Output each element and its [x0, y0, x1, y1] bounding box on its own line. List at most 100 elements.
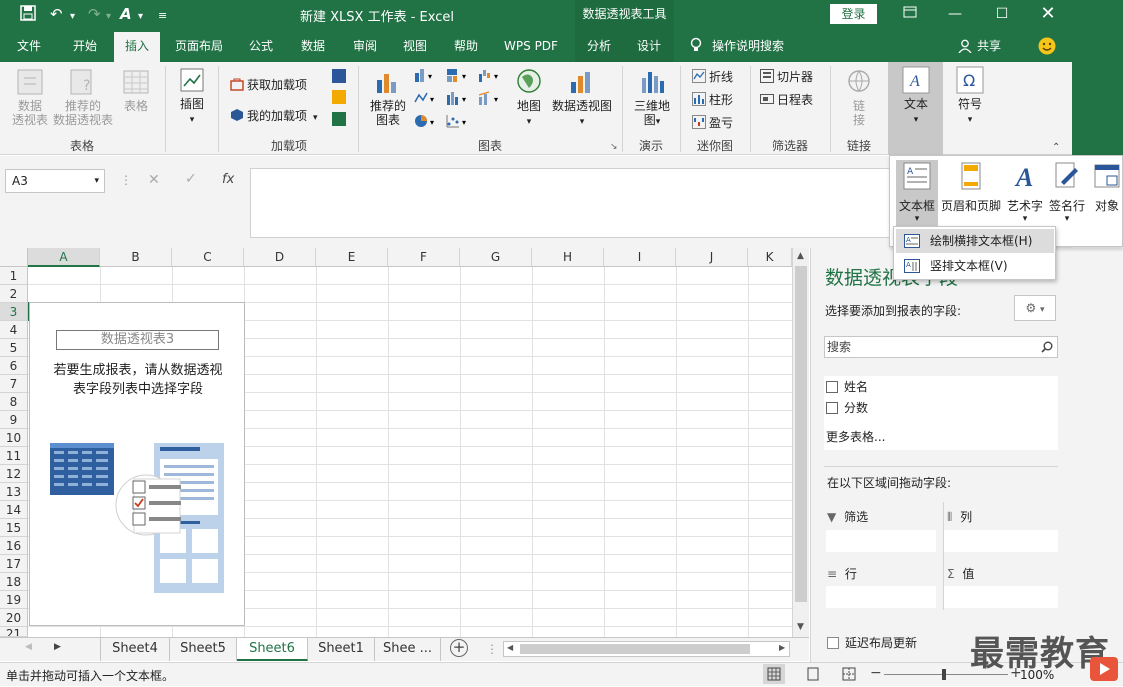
- illustrations-button[interactable]: 插图 ▾: [172, 66, 212, 127]
- tell-me-search[interactable]: 操作说明搜索: [712, 30, 794, 62]
- login-button[interactable]: 登录: [830, 4, 877, 24]
- sheet-tab[interactable]: Shee ...: [375, 638, 441, 661]
- field-item[interactable]: 姓名: [826, 378, 868, 396]
- slicer-button[interactable]: 切片器: [760, 68, 813, 86]
- scroll-right-icon[interactable]: ▶: [779, 643, 785, 652]
- 3d-map-button[interactable]: 三维地 图▾: [630, 68, 674, 129]
- insert-function-icon[interactable]: fx: [222, 172, 234, 187]
- name-box[interactable]: A3 ▾: [5, 169, 105, 193]
- checkbox-icon[interactable]: [826, 381, 838, 393]
- tab-formulas[interactable]: 公式: [238, 30, 284, 62]
- row-header[interactable]: 4: [0, 321, 28, 339]
- header-footer-menu-item[interactable]: 页眉和页脚: [940, 162, 1002, 214]
- ribbon-display-icon[interactable]: [900, 4, 920, 24]
- sheet-tab[interactable]: Sheet4: [100, 638, 170, 661]
- share-button[interactable]: 共享: [974, 30, 1004, 62]
- pie-chart-icon[interactable]: ▾: [414, 114, 440, 128]
- normal-view-button[interactable]: [763, 664, 785, 684]
- my-addins-button[interactable]: 我的加载项 ▾: [230, 107, 318, 125]
- row-header[interactable]: 20: [0, 609, 28, 627]
- font-color-dropdown-icon[interactable]: ▾: [138, 8, 143, 26]
- undo-dropdown-icon[interactable]: ▾: [70, 8, 75, 26]
- combo-chart-icon[interactable]: ▾: [478, 91, 506, 105]
- column-header[interactable]: C: [172, 248, 244, 267]
- sparkline-winloss-button[interactable]: 盈亏: [692, 114, 733, 132]
- office-addin-icon[interactable]: [332, 69, 346, 83]
- horizontal-scrollbar[interactable]: ◀ ▶: [503, 641, 790, 657]
- row-header[interactable]: 15: [0, 519, 28, 537]
- row-header[interactable]: 14: [0, 501, 28, 519]
- column-header[interactable]: E: [316, 248, 388, 267]
- row-header[interactable]: 17: [0, 555, 28, 573]
- smiley-icon[interactable]: [1038, 37, 1056, 58]
- statistic-chart-icon[interactable]: ▾: [446, 91, 474, 105]
- font-color-icon[interactable]: A: [120, 5, 132, 23]
- checkbox-icon[interactable]: [826, 402, 838, 414]
- maximize-icon[interactable]: ☐: [992, 4, 1012, 24]
- vertical-scrollbar[interactable]: ▲ ▼: [792, 248, 809, 637]
- scroll-left-icon[interactable]: ◀: [507, 643, 513, 652]
- tab-data[interactable]: 数据: [290, 30, 336, 62]
- row-header[interactable]: 21: [0, 627, 28, 637]
- waterfall-chart-icon[interactable]: ▾: [478, 68, 506, 82]
- draw-horizontal-textbox-item[interactable]: A 绘制横排文本框(H): [896, 229, 1054, 253]
- column-header[interactable]: A: [28, 248, 100, 267]
- column-header[interactable]: G: [460, 248, 532, 267]
- column-header[interactable]: B: [100, 248, 172, 267]
- tab-insert[interactable]: 插入: [114, 32, 160, 62]
- column-header[interactable]: I: [604, 248, 676, 267]
- search-icon[interactable]: [1041, 341, 1053, 353]
- row-header[interactable]: 7: [0, 375, 28, 393]
- save-icon[interactable]: [20, 5, 36, 25]
- page-layout-view-icon[interactable]: [806, 667, 820, 684]
- row-header[interactable]: 2: [0, 285, 28, 303]
- scatter-chart-icon[interactable]: ▾: [446, 114, 474, 128]
- row-header[interactable]: 1: [0, 267, 28, 285]
- column-header[interactable]: J: [676, 248, 748, 267]
- customize-qat-icon[interactable]: ≡: [158, 7, 167, 25]
- recommended-charts-button[interactable]: 推荐的 图表: [364, 68, 412, 127]
- row-header[interactable]: 12: [0, 465, 28, 483]
- symbols-button[interactable]: Ω 符号 ▾: [948, 66, 992, 127]
- zoom-slider-thumb[interactable]: [942, 669, 946, 680]
- row-header[interactable]: 5: [0, 339, 28, 357]
- page-break-view-icon[interactable]: [842, 667, 856, 684]
- row-header[interactable]: 13: [0, 483, 28, 501]
- get-addins-button[interactable]: 获取加载项: [230, 76, 307, 94]
- pivot-chart-button[interactable]: 数据透视图 ▾: [550, 68, 614, 129]
- sheet-tab-active[interactable]: Sheet6: [237, 638, 308, 661]
- signature-line-menu-item[interactable]: 签名行 ▾: [1046, 162, 1088, 224]
- minimize-icon[interactable]: —: [945, 4, 965, 24]
- column-header[interactable]: D: [244, 248, 316, 267]
- rows-drop-area[interactable]: [826, 586, 936, 608]
- column-header[interactable]: F: [388, 248, 460, 267]
- row-header[interactable]: 8: [0, 393, 28, 411]
- collapse-ribbon-icon[interactable]: ⌃: [1052, 142, 1060, 153]
- filters-drop-area[interactable]: [826, 530, 936, 552]
- wordart-menu-item[interactable]: A 艺术字 ▾: [1004, 162, 1046, 224]
- tab-page-layout[interactable]: 页面布局: [168, 30, 230, 62]
- timeline-button[interactable]: 日程表: [760, 91, 813, 109]
- row-header[interactable]: 11: [0, 447, 28, 465]
- row-header[interactable]: 16: [0, 537, 28, 555]
- scroll-down-icon[interactable]: ▼: [797, 622, 804, 632]
- tab-help[interactable]: 帮助: [443, 30, 489, 62]
- hierarchy-chart-icon[interactable]: ▾: [446, 68, 474, 82]
- field-item[interactable]: 分数: [826, 399, 868, 417]
- tab-view[interactable]: 视图: [392, 30, 438, 62]
- row-header[interactable]: 6: [0, 357, 28, 375]
- zoom-out-icon[interactable]: −: [870, 665, 882, 681]
- textbox-menu-item[interactable]: A 文本框 ▾: [896, 162, 938, 224]
- vertical-textbox-item[interactable]: A 竖排文本框(V): [896, 254, 1054, 278]
- tab-wps-pdf[interactable]: WPS PDF: [498, 30, 564, 62]
- line-chart-icon[interactable]: ▾: [414, 91, 438, 105]
- add-sheet-icon[interactable]: +: [450, 639, 468, 657]
- column-chart-icon[interactable]: ▾: [414, 68, 436, 82]
- object-menu-item[interactable]: 对象: [1090, 162, 1123, 214]
- tab-home[interactable]: 开始: [62, 30, 108, 62]
- tab-design[interactable]: 设计: [626, 30, 672, 62]
- h-scroll-thumb[interactable]: [520, 644, 750, 654]
- tab-analyze[interactable]: 分析: [576, 30, 622, 62]
- tab-review[interactable]: 审阅: [342, 30, 388, 62]
- sheet-tab[interactable]: Sheet5: [170, 638, 237, 661]
